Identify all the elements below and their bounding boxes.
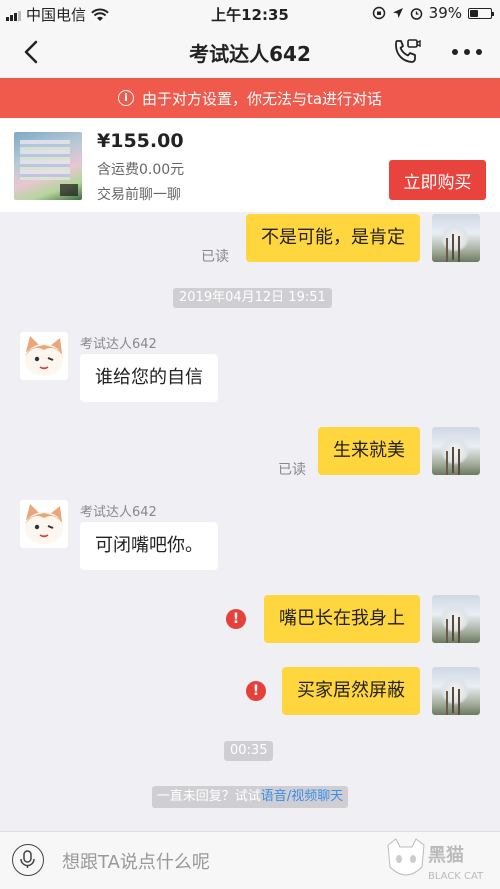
my-avatar[interactable] — [432, 667, 480, 715]
seller-message-bubble[interactable]: 谁给您的自信 — [80, 354, 218, 402]
battery-icon — [468, 7, 494, 19]
seller-avatar[interactable] — [20, 332, 68, 380]
watermark-subtext: BLACK CAT — [428, 871, 484, 882]
message-input[interactable]: 想跟TA说点什么呢 — [62, 848, 210, 874]
blocked-notice: i 由于对方设置，你无法与ta进行对话 — [0, 78, 500, 118]
location-icon — [392, 8, 403, 18]
product-price: ¥155.00 — [97, 130, 184, 152]
voice-call-link[interactable]: 语音 — [261, 789, 287, 804]
seller-avatar[interactable] — [20, 500, 68, 548]
watermark-text: 黑猫 — [428, 844, 464, 866]
chat-timestamp: 00:35 — [224, 741, 274, 761]
my-message-bubble[interactable]: 买家居然屏蔽 — [282, 667, 420, 715]
seller-message-bubble[interactable]: 可闭嘴吧你。 — [80, 522, 218, 570]
message-input-bar: 想跟TA说点什么呢 黑猫 BLACK CAT — [0, 831, 500, 889]
buy-now-button[interactable]: 立即购买 — [389, 160, 486, 200]
my-avatar[interactable] — [432, 427, 480, 475]
reply-hint-box: 一直未回复？试试语音/视频聊天 — [151, 786, 349, 808]
sender-name: 考试达人642 — [80, 337, 157, 352]
status-bar: 中国电信 上午12:35 39% — [0, 0, 500, 26]
my-message-bubble[interactable]: 生来就美 — [318, 427, 420, 475]
page-title: 考试达人642 — [189, 42, 311, 66]
more-dots-icon[interactable] — [452, 38, 482, 66]
phone-video-icon[interactable] — [390, 36, 422, 68]
alarm-icon — [410, 7, 422, 20]
product-card[interactable]: ¥155.00 含运费0.00元 交易前聊一聊 立即购买 — [0, 118, 500, 212]
read-receipt: 已读 — [201, 249, 229, 265]
my-message-bubble[interactable]: 不是可能，是肯定 — [246, 214, 420, 262]
video-call-link[interactable]: 视频聊天 — [291, 789, 343, 804]
black-cat-watermark: 黑猫 BLACK CAT — [387, 838, 484, 882]
rotation-lock-icon — [372, 6, 385, 20]
microphone-icon[interactable] — [12, 844, 44, 876]
read-receipt: 已读 — [278, 462, 306, 478]
cat-avatar-icon — [25, 504, 63, 544]
reply-hint-text: 一直未回复？试试 — [156, 789, 261, 804]
chat-area[interactable]: 已读 不是可能，是肯定 2019年04月12日 19:51 考试达人642 谁给… — [0, 212, 500, 831]
send-failed-icon[interactable]: ! — [226, 609, 246, 629]
nav-bar: 考试达人642 — [0, 26, 500, 78]
product-shipping: 含运费0.00元 — [97, 162, 185, 178]
cat-avatar-icon — [25, 336, 63, 376]
status-right: 39% — [372, 4, 494, 22]
my-avatar[interactable] — [432, 214, 480, 262]
product-chat-hint: 交易前聊一聊 — [97, 187, 181, 203]
my-message-bubble[interactable]: 嘴巴长在我身上 — [264, 595, 420, 643]
my-avatar[interactable] — [432, 595, 480, 643]
product-thumbnail[interactable] — [14, 132, 82, 200]
blocked-notice-text: 由于对方设置，你无法与ta进行对话 — [141, 89, 383, 108]
chat-timestamp: 2019年04月12日 19:51 — [173, 288, 332, 308]
reply-hint: 一直未回复？试试语音/视频聊天 — [0, 785, 500, 808]
info-icon: i — [117, 90, 134, 106]
battery-percent: 39% — [428, 4, 462, 22]
sender-name: 考试达人642 — [80, 505, 157, 520]
send-failed-icon[interactable]: ! — [246, 681, 266, 701]
